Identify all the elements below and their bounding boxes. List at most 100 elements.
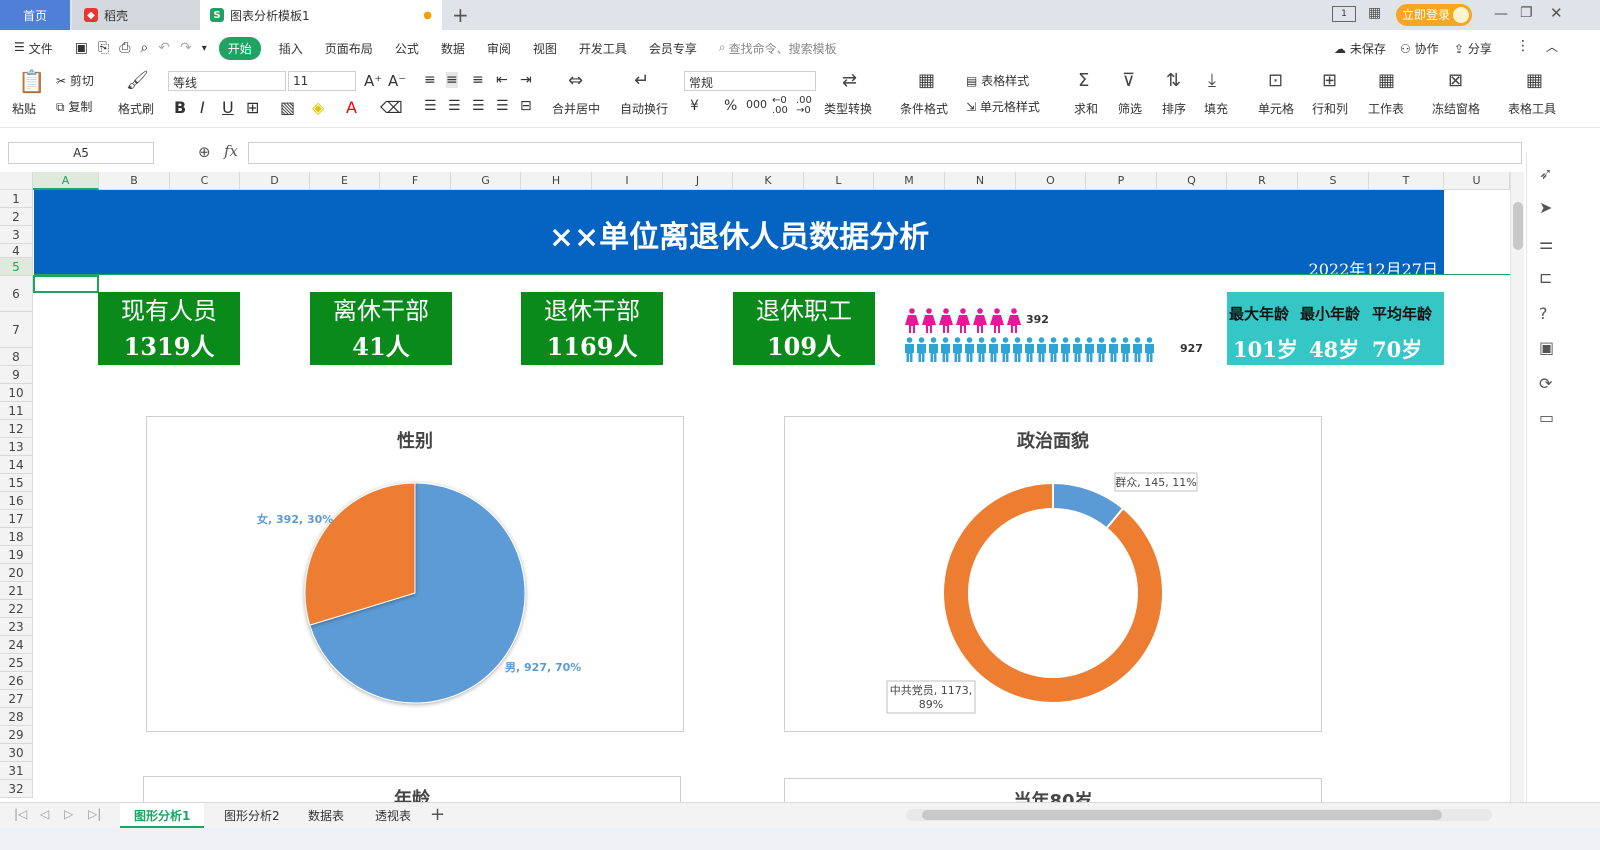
- first-sheet-icon[interactable]: |◁: [14, 807, 27, 821]
- print-preview-icon[interactable]: ⌕: [140, 40, 148, 56]
- table-tools-button[interactable]: 表格工具: [1508, 100, 1556, 117]
- column-header-h[interactable]: H: [521, 172, 592, 190]
- undo-icon[interactable]: ↶: [158, 40, 170, 56]
- formula-input[interactable]: [248, 142, 1522, 164]
- distribute-icon[interactable]: ⊟: [520, 98, 532, 114]
- align-left-icon[interactable]: ☰: [424, 98, 437, 114]
- row-header-12[interactable]: 12: [0, 420, 33, 438]
- fx-icon[interactable]: fx: [224, 142, 238, 160]
- row-header-25[interactable]: 25: [0, 654, 33, 672]
- row-header-30[interactable]: 30: [0, 744, 33, 762]
- row-header-11[interactable]: 11: [0, 402, 33, 420]
- underline-icon[interactable]: U: [222, 98, 234, 117]
- row-header-19[interactable]: 19: [0, 546, 33, 564]
- merge-center-icon[interactable]: ⇔: [568, 70, 583, 91]
- sheet-grid[interactable]: ABCDEFGHIJKLMNOPQRSTU 1 2 3 4 5 6 7 8 9 10 11 12 13 1…: [0, 172, 1510, 802]
- cell-icon[interactable]: ⊡: [1268, 70, 1283, 91]
- justify-icon[interactable]: ☰: [496, 98, 509, 114]
- column-header-d[interactable]: D: [240, 172, 310, 190]
- menu-tab-formula[interactable]: 公式: [395, 40, 419, 57]
- donut-slice-party-member[interactable]: [942, 481, 1164, 704]
- column-header-m[interactable]: M: [874, 172, 945, 190]
- menu-tab-start[interactable]: 开始: [218, 36, 261, 60]
- row-header-26[interactable]: 26: [0, 672, 33, 690]
- column-header-o[interactable]: O: [1016, 172, 1086, 190]
- conditional-format-icon[interactable]: ▦: [918, 70, 935, 91]
- tab-home[interactable]: 首页: [0, 0, 70, 30]
- political-chart[interactable]: 政治面貌 群众, 145, 11% 中共党员, 1173, 89%: [784, 416, 1322, 732]
- font-size-select[interactable]: 11: [288, 71, 356, 91]
- row-header-31[interactable]: 31: [0, 762, 33, 780]
- search-box[interactable]: ⌕ 查找命令、搜索模板: [719, 40, 837, 57]
- sheet-tab-data[interactable]: 数据表: [308, 807, 344, 824]
- wrap-text-button[interactable]: 自动换行: [620, 100, 668, 117]
- border-icon[interactable]: ⊞: [246, 98, 259, 117]
- grid-apps-icon[interactable]: ▦: [1368, 5, 1381, 21]
- row-header-22[interactable]: 22: [0, 600, 33, 618]
- cell-button[interactable]: 单元格: [1258, 100, 1294, 117]
- row-header-29[interactable]: 29: [0, 726, 33, 744]
- align-center-icon[interactable]: ☰: [448, 98, 461, 114]
- save-icon[interactable]: ▣: [75, 40, 88, 56]
- restore-icon[interactable]: ❐: [1520, 5, 1533, 21]
- row-header-18[interactable]: 18: [0, 528, 33, 546]
- fill-down-icon[interactable]: ⤓: [1208, 70, 1216, 91]
- help-icon[interactable]: ?: [1539, 304, 1548, 323]
- type-convert-button[interactable]: 类型转换: [824, 100, 872, 117]
- increase-font-icon[interactable]: A⁺: [364, 72, 382, 90]
- row-header-2[interactable]: 2: [0, 208, 33, 226]
- font-color-icon[interactable]: A: [346, 98, 357, 117]
- vertical-scrollbar[interactable]: [1510, 172, 1524, 802]
- quick-access-dropdown-icon[interactable]: ▾: [202, 43, 207, 54]
- layout-icon[interactable]: ⊏: [1539, 268, 1552, 287]
- sheet-tab-analysis1[interactable]: 图形分析1: [120, 803, 205, 828]
- row-header-28[interactable]: 28: [0, 708, 33, 726]
- percent-icon[interactable]: %: [724, 98, 737, 114]
- column-header-i[interactable]: I: [592, 172, 663, 190]
- column-header-a[interactable]: A: [33, 172, 99, 190]
- type-convert-icon[interactable]: ⇄: [842, 70, 857, 91]
- indent-icon[interactable]: ⇥: [520, 72, 532, 88]
- sort-icon[interactable]: ⇅: [1166, 70, 1181, 91]
- outdent-icon[interactable]: ⇤: [496, 72, 508, 88]
- row-header-1[interactable]: 1: [0, 190, 33, 208]
- tab-daoke[interactable]: ◆ 稻壳: [72, 0, 200, 30]
- freeze-pane-button[interactable]: 冻结窗格: [1432, 100, 1480, 117]
- row-header-8[interactable]: 8: [0, 348, 33, 366]
- number-format-select[interactable]: 常规: [684, 71, 816, 91]
- bold-icon[interactable]: B: [174, 98, 186, 117]
- book-icon[interactable]: ▭: [1539, 408, 1554, 427]
- column-header-c[interactable]: C: [170, 172, 240, 190]
- column-header-g[interactable]: G: [451, 172, 521, 190]
- row-header-16[interactable]: 16: [0, 492, 33, 510]
- row-header-17[interactable]: 17: [0, 510, 33, 528]
- worksheet-icon[interactable]: ▦: [1378, 70, 1395, 91]
- increase-decimal-icon[interactable]: ←0.00: [772, 96, 788, 116]
- selected-cell-a5[interactable]: [33, 275, 99, 293]
- backup-icon[interactable]: ⟳: [1539, 374, 1552, 393]
- export-icon[interactable]: ⎘: [98, 40, 109, 56]
- select-all-corner[interactable]: [0, 172, 33, 190]
- table-tools-icon[interactable]: ▦: [1526, 70, 1543, 91]
- minimize-icon[interactable]: —: [1494, 6, 1508, 22]
- row-col-icon[interactable]: ⊞: [1322, 70, 1337, 91]
- close-icon[interactable]: ✕: [1550, 4, 1563, 22]
- fill-color-icon[interactable]: ◈: [312, 98, 324, 117]
- copy-button[interactable]: ⧉ 复制: [56, 98, 92, 115]
- menu-tab-data[interactable]: 数据: [441, 40, 465, 57]
- column-header-n[interactable]: N: [945, 172, 1016, 190]
- cut-button[interactable]: ✂ 剪切: [56, 72, 94, 89]
- age-chart[interactable]: 年龄: [143, 776, 681, 802]
- decrease-font-icon[interactable]: A⁻: [388, 72, 406, 90]
- zoom-formula-icon[interactable]: ⊕: [198, 143, 211, 161]
- add-sheet-button[interactable]: +: [430, 804, 445, 825]
- row-header-15[interactable]: 15: [0, 474, 33, 492]
- cell-fill-pattern-icon[interactable]: ▧: [280, 98, 295, 117]
- filter-button[interactable]: 筛选: [1118, 100, 1142, 117]
- row-header-10[interactable]: 10: [0, 384, 33, 402]
- row-header-20[interactable]: 20: [0, 564, 33, 582]
- eighty-chart[interactable]: 当年80岁: [784, 778, 1322, 802]
- sliders-icon[interactable]: ⚌: [1539, 234, 1553, 253]
- row-header-6[interactable]: 6: [0, 276, 33, 312]
- menu-tab-insert[interactable]: 插入: [279, 40, 303, 57]
